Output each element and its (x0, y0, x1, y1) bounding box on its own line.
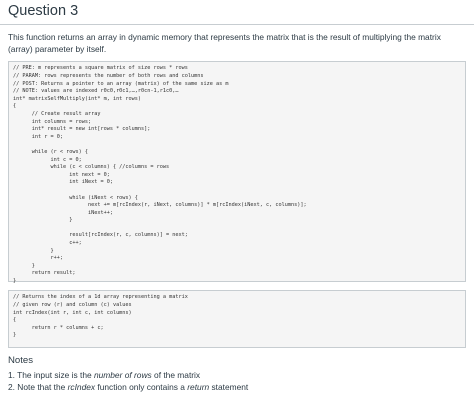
note-item-2: 2. Note that the rcIndex function only c… (8, 382, 466, 394)
note-2-suffix: statement (209, 381, 249, 392)
question-description: This function returns an array in dynami… (8, 32, 441, 55)
question-panel: Question 3 This function returns an arra… (0, 2, 474, 412)
note-2-middle: function only contains a (95, 381, 188, 392)
note-1-prefix: 1. The input size is the (8, 370, 94, 381)
code-text-matrix-multiply: // PRE: m represents a square matrix of … (13, 65, 307, 285)
notes-list: 1. The input size is the number of rows … (8, 370, 466, 393)
note-1-emphasis: number of rows (93, 370, 152, 381)
code-block-matrix-multiply: // PRE: m represents a square matrix of … (8, 61, 466, 284)
question-title: Question 3 (8, 3, 79, 19)
note-2-prefix: 2. Note that the (8, 381, 68, 392)
title-divider (0, 24, 474, 25)
code-block-rcindex: // Returns the index of a 1d array repre… (8, 290, 466, 349)
code-text-rcindex: // Returns the index of a 1d array repre… (13, 294, 188, 339)
note-item-1: 1. The input size is the number of rows … (8, 370, 466, 382)
notes-heading: Notes (8, 355, 34, 367)
note-2-emphasis-2: return (187, 381, 210, 392)
note-2-emphasis: rcIndex (67, 381, 96, 392)
note-1-suffix: of the matrix (151, 370, 201, 381)
